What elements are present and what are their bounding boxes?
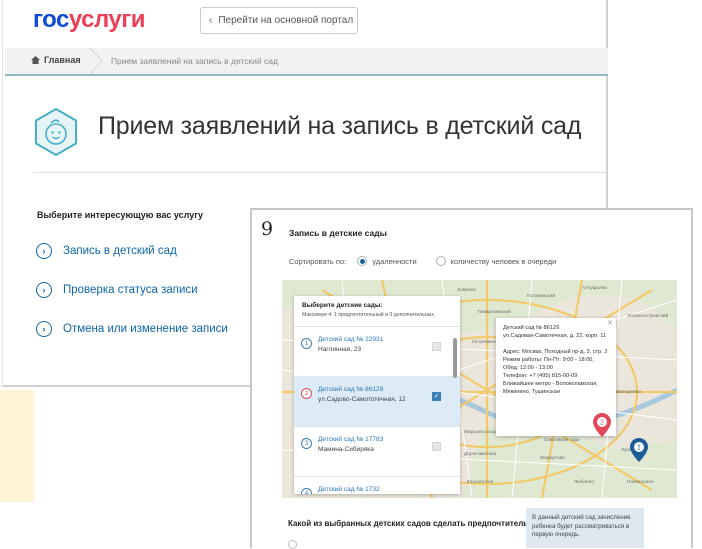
chevron-right-icon: › [36, 321, 52, 337]
kindergarten-checkbox[interactable] [432, 442, 441, 451]
map-label: Марьина роща [464, 430, 498, 435]
map-label: Лосиноостровский [627, 314, 669, 319]
decorative-background-strip [0, 390, 34, 502]
map-label: Алтуфьево [582, 286, 607, 291]
breadcrumb: Главная Прием заявлений на запись в детс… [5, 48, 608, 76]
kindergarten-item[interactable]: 4 Детский сад № 1732 [294, 476, 460, 494]
chevron-right-icon: › [36, 282, 52, 298]
map-pin-blue[interactable]: 1 [630, 438, 648, 462]
preferred-hint: В данный детский сад зачисление ребенка … [526, 508, 644, 548]
map-label: Дорогомилово [464, 452, 497, 457]
main-portal-button[interactable]: ‹ Перейти на основной портал [200, 7, 358, 34]
sort-queue-radio[interactable] [435, 256, 446, 266]
svg-text:2: 2 [600, 420, 604, 427]
map-label: Тимирязевский [477, 310, 511, 315]
kindergarten-checkbox[interactable]: ✓ [432, 392, 441, 401]
sort-distance-radio[interactable] [357, 256, 368, 266]
sort-controls: Сортировать по: удаленности количеству ч… [289, 256, 557, 266]
kindergarten-item[interactable]: 1 Детский сад № 22931 Наглинная, 23 [294, 326, 460, 376]
svg-text:1: 1 [637, 445, 641, 452]
map-label: Крылатское [467, 480, 494, 485]
kindergarten-selection-window: 9 Запись в детские сады Сортировать по: … [250, 208, 693, 549]
child-face-icon [35, 107, 77, 157]
home-icon [31, 56, 40, 64]
service-link-check-status[interactable]: › Проверка статуса записи [36, 282, 198, 298]
step-title: Запись в детские сады [289, 228, 387, 238]
map-label: Ховрино [457, 288, 477, 293]
step-number: 9 [261, 218, 274, 240]
list-scrollbar[interactable] [453, 338, 457, 378]
breadcrumb-separator [89, 48, 103, 74]
service-link-cancel-change[interactable]: › Отмена или изменение записи [36, 321, 228, 337]
sort-queue-label[interactable]: количеству человек в очереди [451, 257, 557, 266]
kindergarten-item[interactable]: 2 Детский сад № 86129 ул.Садово-Самототе… [294, 376, 460, 426]
list-heading: Выберите детские сады: [302, 302, 383, 309]
kindergarten-item[interactable]: 3 Детский сад № 17783 Мамина-Сибиряка [294, 426, 460, 476]
map-label: Новогиреево [612, 390, 641, 395]
list-subheading: Максимум 4: 1 предпочтительный и 3 допол… [302, 312, 434, 318]
map-label: Люблино [574, 480, 595, 485]
kindergarten-list: Выберите детские сады: Максимум 4: 1 пре… [294, 296, 460, 494]
breadcrumb-current: Прием заявлений на запись в детский сад [111, 56, 278, 66]
map-label: Головинский [527, 294, 556, 299]
service-link-enroll[interactable]: › Запись в детский сад [36, 243, 177, 259]
close-icon[interactable]: ✕ [607, 320, 613, 328]
map-label: Лефортово [540, 456, 565, 461]
page-title: Прием заявлений на запись в детский сад [98, 112, 582, 140]
sort-distance-label[interactable]: удаленности [372, 257, 416, 266]
service-choose-label: Выберите интересующую вас услугу [37, 210, 204, 220]
map-label: Новокосино [627, 480, 654, 485]
divider [33, 172, 608, 173]
breadcrumb-home[interactable]: Главная [31, 55, 81, 65]
map-pin-red[interactable]: 2 [593, 413, 611, 437]
chevron-left-icon: ‹ [209, 15, 213, 26]
kindergarten-checkbox[interactable] [432, 342, 441, 351]
map-label: Соколиная гора [544, 438, 580, 443]
gosuslugi-logo[interactable]: госуслуги [33, 6, 146, 34]
preferred-question: Какой из выбранных детских садов сделать… [288, 518, 566, 528]
chevron-right-icon: › [36, 243, 52, 259]
